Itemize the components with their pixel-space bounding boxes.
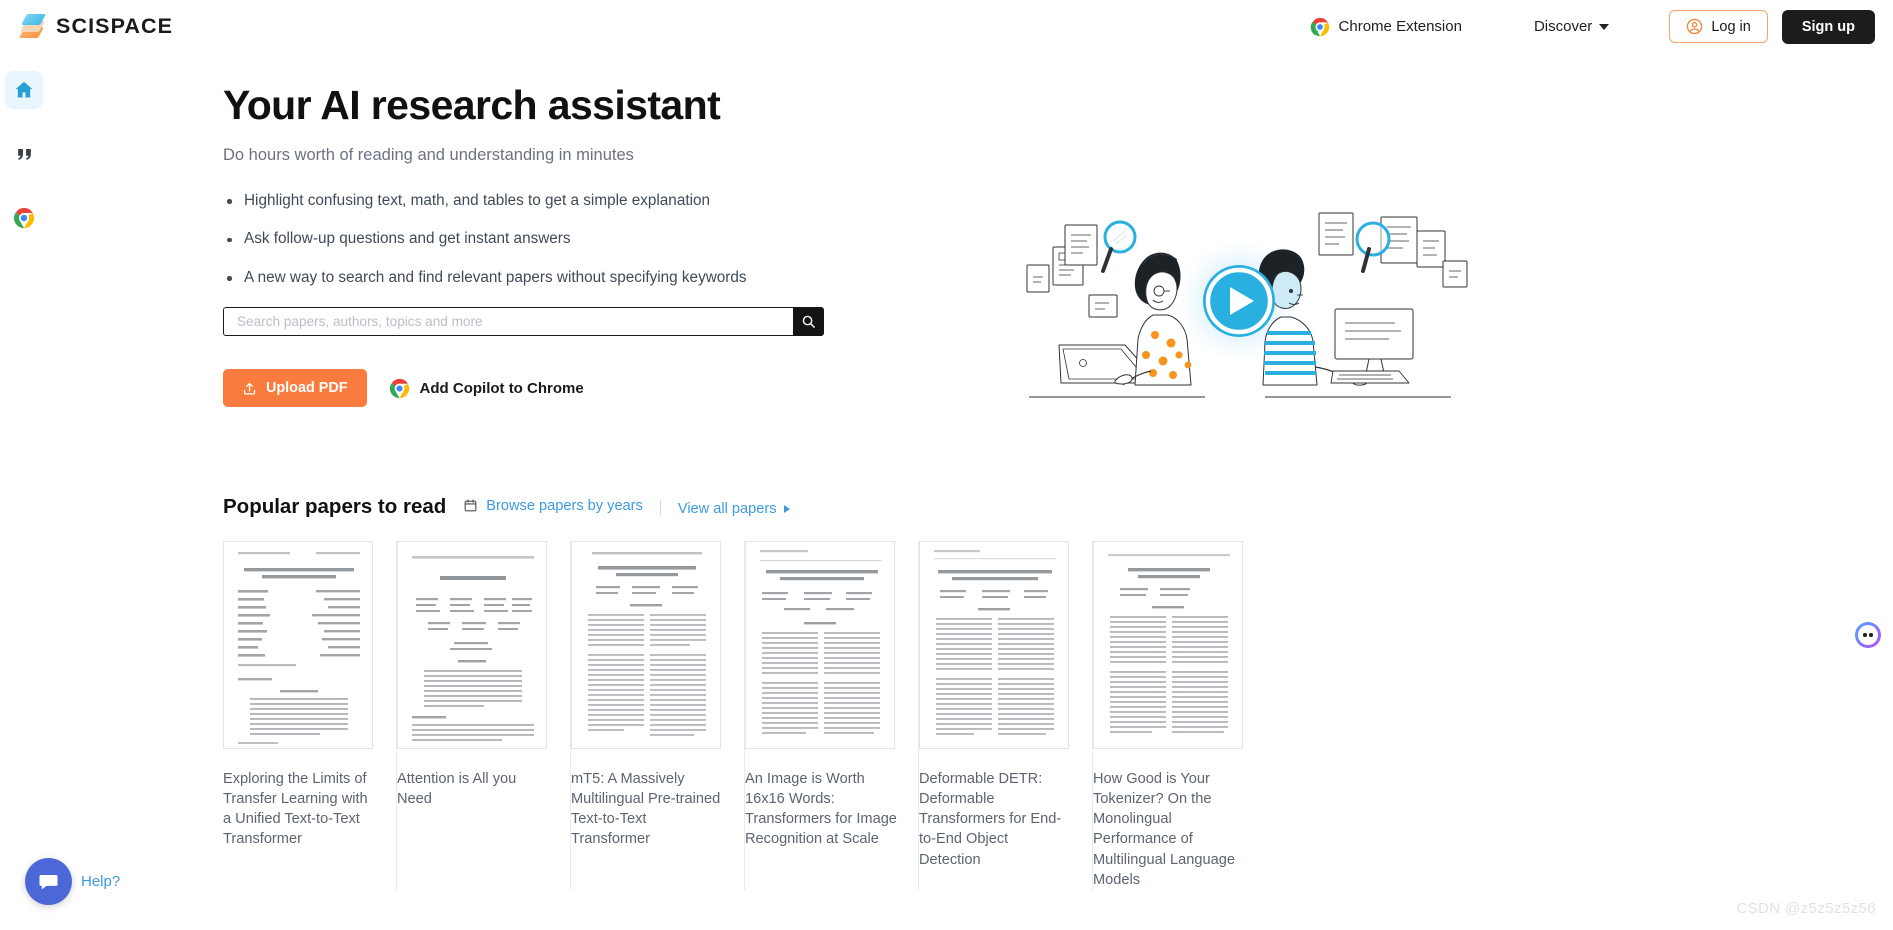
list-item[interactable]: Attention is All you Need <box>397 541 571 890</box>
upload-icon <box>243 382 256 395</box>
paper-title: mT5: A Massively Multilingual Pre-traine… <box>571 771 721 848</box>
paper-thumbnail <box>1093 541 1243 749</box>
help-widget[interactable]: Help? <box>25 858 120 905</box>
view-all-papers-link[interactable]: View all papers <box>678 501 790 517</box>
hero-content: Your AI research assistant Do hours wort… <box>223 82 923 408</box>
list-item: Ask follow-up questions and get instant … <box>223 230 923 248</box>
layers-icon <box>19 13 46 40</box>
watermark: CSDN @z5z5z5z56 <box>1736 900 1876 917</box>
chevron-down-icon <box>1599 23 1610 30</box>
paper-thumbnail <box>223 541 373 749</box>
sidebar-item-home[interactable] <box>5 71 43 109</box>
play-icon <box>1203 265 1275 337</box>
chrome-icon <box>389 378 409 399</box>
sidebar-item-chrome[interactable] <box>5 199 43 237</box>
chrome-icon <box>1310 17 1329 36</box>
list-item[interactable]: mT5: A Massively Multilingual Pre-traine… <box>571 541 745 890</box>
add-copilot-link[interactable]: Add Copilot to Chrome <box>389 378 584 399</box>
paper-title: Attention is All you Need <box>397 771 517 808</box>
paper-thumbnail <box>571 541 721 749</box>
user-circle-icon <box>1687 18 1703 35</box>
search-input[interactable] <box>223 307 793 337</box>
view-all-label: View all papers <box>677 501 777 517</box>
discover-label: Discover <box>1533 18 1593 35</box>
divider <box>659 499 661 515</box>
list-item[interactable]: Exploring the Limits of Transfer Learnin… <box>223 541 397 890</box>
list-item: Highlight confusing text, math, and tabl… <box>223 192 923 210</box>
list-item: A new way to search and find relevant pa… <box>223 269 923 287</box>
search-button[interactable] <box>793 307 824 337</box>
brand-name: SCISPACE <box>56 14 174 38</box>
section-title: Popular papers to read <box>223 495 447 518</box>
upload-pdf-label: Upload PDF <box>266 380 348 397</box>
dots-inner <box>1858 625 1878 645</box>
top-header: SCISPACE Chrome Extension Discover Log i… <box>0 0 1893 53</box>
page-title: Your AI research assistant <box>223 82 721 128</box>
signup-button[interactable]: Sign up <box>1781 9 1875 44</box>
page-subtitle: Do hours worth of reading and understand… <box>223 145 634 164</box>
chat-bubble-icon <box>25 858 72 905</box>
triangle-right-icon <box>783 505 790 513</box>
paper-thumbnail <box>397 541 547 749</box>
home-icon <box>15 81 33 98</box>
discover-dropdown[interactable]: Discover <box>1526 12 1617 41</box>
popular-papers-header: Popular papers to read Browse papers by … <box>223 495 1873 519</box>
brand-logo[interactable]: SCISPACE <box>19 13 174 40</box>
login-button[interactable]: Log in <box>1669 10 1768 43</box>
chrome-extension-label: Chrome Extension <box>1338 18 1462 35</box>
calendar-icon <box>464 499 477 512</box>
paper-thumbnail <box>745 541 895 749</box>
login-label: Log in <box>1711 18 1751 35</box>
help-label: Help? <box>81 873 121 890</box>
search-bar <box>223 307 923 337</box>
left-sidebar <box>0 53 48 930</box>
chrome-icon <box>13 207 35 229</box>
paper-thumbnail <box>919 541 1069 749</box>
header-actions: Chrome Extension Discover Log in Sign up <box>1300 9 1893 44</box>
chrome-extension-link[interactable]: Chrome Extension <box>1300 11 1472 43</box>
paper-title: How Good is Your Tokenizer? On the Monol… <box>1093 771 1235 888</box>
list-item[interactable]: An Image is Worth 16x16 Words: Transform… <box>745 541 919 890</box>
add-copilot-label: Add Copilot to Chrome <box>419 379 584 397</box>
cta-row: Upload PDF Add Copilot to Chrome <box>223 369 923 408</box>
browse-papers-by-years-link[interactable]: Browse papers by years <box>463 498 643 514</box>
feature-list: Highlight confusing text, math, and tabl… <box>223 192 923 287</box>
search-icon <box>802 316 815 329</box>
quote-icon <box>17 148 31 160</box>
research-video-illustration[interactable] <box>1003 203 1473 403</box>
dots-circle-icon[interactable] <box>1855 622 1881 648</box>
papers-list: Exploring the Limits of Transfer Learnin… <box>223 541 1873 890</box>
popular-papers-section: Popular papers to read Browse papers by … <box>223 495 1873 890</box>
paper-title: Exploring the Limits of Transfer Learnin… <box>223 771 368 848</box>
paper-title: An Image is Worth 16x16 Words: Transform… <box>745 771 897 848</box>
sidebar-item-citations[interactable] <box>5 135 43 173</box>
list-item[interactable]: How Good is Your Tokenizer? On the Monol… <box>1093 541 1267 890</box>
browse-label: Browse papers by years <box>486 497 643 514</box>
paper-title: Deformable DETR: Deformable Transformers… <box>919 771 1062 868</box>
list-item[interactable]: Deformable DETR: Deformable Transformers… <box>919 541 1093 890</box>
upload-pdf-button[interactable]: Upload PDF <box>223 369 367 408</box>
chat-bubble-glyph <box>39 874 58 890</box>
